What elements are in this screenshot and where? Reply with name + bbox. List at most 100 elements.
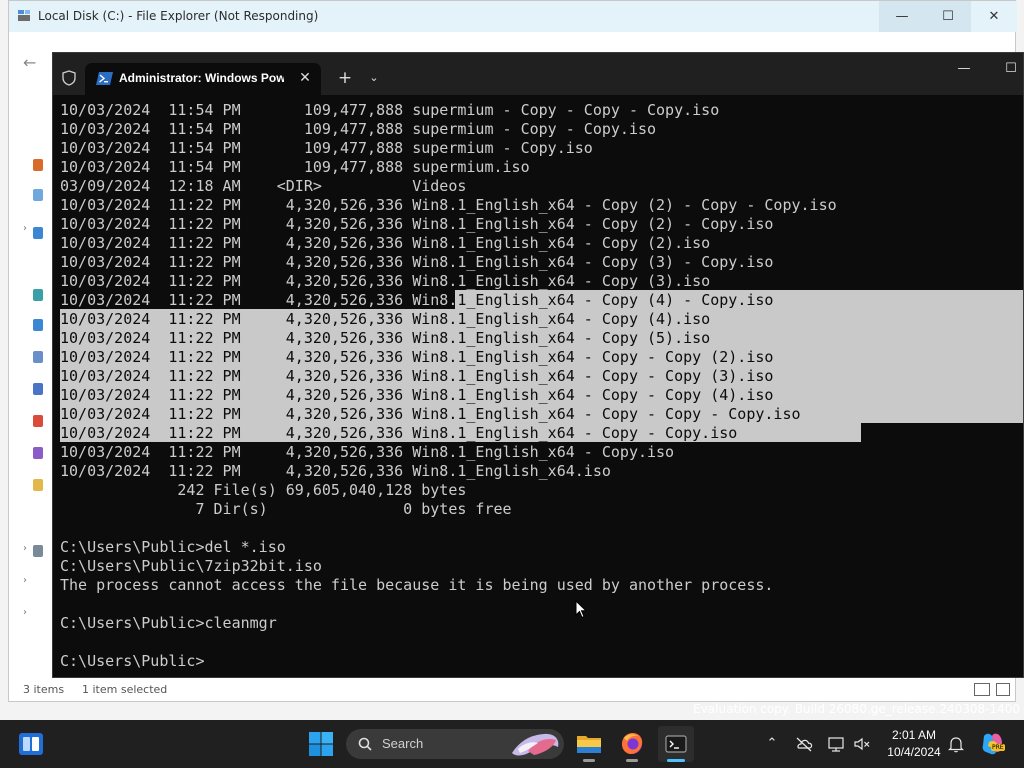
cloud-off-icon xyxy=(796,737,813,752)
terminal-line: 7 Dir(s) 0 bytes free xyxy=(60,500,512,518)
network-icon xyxy=(828,737,844,752)
build-watermark: Evaluation copy. Build 26080.ge_release.… xyxy=(693,702,1020,716)
terminal-line: 10/03/2024 11:22 PM 4,320,526,336 Win8.1… xyxy=(60,424,738,442)
windows-logo-icon[interactable] xyxy=(307,730,335,758)
terminal-line: 10/03/2024 11:54 PM 109,477,888 supermiu… xyxy=(60,158,530,176)
taskbar-terminal[interactable] xyxy=(658,726,694,762)
terminal-lines: 10/03/2024 11:54 PM 109,477,888 supermiu… xyxy=(60,101,1020,671)
chevron-up-icon[interactable]: ⌃ xyxy=(762,734,782,754)
clock-time[interactable]: 2:01 AM xyxy=(880,728,948,742)
close-icon[interactable]: ✕ xyxy=(295,68,315,88)
chevron-down-icon[interactable]: ⌄ xyxy=(363,66,385,90)
gallery-icon[interactable] xyxy=(33,189,43,201)
terminal-line: 10/03/2024 11:22 PM 4,320,526,336 Win8.1… xyxy=(60,443,675,461)
bell-icon[interactable] xyxy=(946,734,966,754)
mute-icon xyxy=(854,737,870,751)
videos-icon[interactable] xyxy=(33,447,43,459)
terminal-line: 10/03/2024 11:22 PM 4,320,526,336 Win8.1… xyxy=(60,196,837,214)
search-highlight-art xyxy=(512,733,559,756)
terminal-line: C:\Users\Public\7zip32bit.iso xyxy=(60,557,322,575)
terminal-line: 10/03/2024 11:22 PM 4,320,526,336 Win8.1… xyxy=(60,310,711,328)
terminal-line-segment: 10/03/2024 11:22 PM 4,320,526,336 Win8. xyxy=(60,291,458,309)
terminal-line: C:\Users\Public>cleanmgr xyxy=(60,614,277,632)
explorer-maximize-button[interactable]: ☐ xyxy=(925,1,971,32)
plus-icon[interactable]: + xyxy=(333,66,357,90)
explorer-minimize-button[interactable]: — xyxy=(879,1,925,32)
taskbar-file-explorer[interactable] xyxy=(571,726,607,762)
mouse-pointer-icon xyxy=(575,600,587,619)
terminal-line: 10/03/2024 11:22 PM 4,320,526,336 Win8.1… xyxy=(60,291,1020,310)
terminal-line: C:\Users\Public>del *.iso xyxy=(60,538,286,556)
explorer-close-button[interactable]: ✕ xyxy=(971,1,1017,32)
copilot-preview-badge: PRE xyxy=(991,744,1005,751)
chevron-right-icon[interactable]: › xyxy=(23,543,27,554)
back-arrow-icon[interactable]: ← xyxy=(23,53,36,72)
status-selection: 1 item selected xyxy=(82,683,168,696)
folder-icon xyxy=(577,736,601,753)
terminal-line: 10/03/2024 11:22 PM 4,320,526,336 Win8.1… xyxy=(60,272,711,290)
bell-icon xyxy=(948,737,964,753)
shield-icon xyxy=(62,70,76,86)
pictures-icon[interactable] xyxy=(33,383,43,395)
terminal-line: 10/03/2024 11:54 PM 109,477,888 supermiu… xyxy=(60,120,657,138)
widgets-icon[interactable] xyxy=(18,732,44,756)
terminal-line: 10/03/2024 11:22 PM 4,320,526,336 Win8.1… xyxy=(60,405,801,423)
terminal-tab-title: Administrator: Windows PowerShell xyxy=(119,71,284,85)
chevron-right-icon[interactable]: › xyxy=(23,607,27,618)
terminal-tab[interactable]: Administrator: Windows PowerShell ✕ xyxy=(85,63,321,95)
explorer-title: Local Disk (C:) - File Explorer (Not Res… xyxy=(38,9,319,23)
details-view-icon[interactable] xyxy=(974,683,990,696)
terminal-line: 242 File(s) 69,605,040,128 bytes xyxy=(60,481,467,499)
terminal-line: 10/03/2024 11:54 PM 109,477,888 supermiu… xyxy=(60,101,720,119)
terminal-line: 10/03/2024 11:54 PM 109,477,888 supermiu… xyxy=(60,139,593,157)
powershell-icon xyxy=(96,72,113,85)
terminal-line: 10/03/2024 11:22 PM 4,320,526,336 Win8.1… xyxy=(60,386,774,404)
status-item-count: 3 items xyxy=(23,683,65,696)
terminal-line-selected-segment: 1_English_x64 - Copy (4) - Copy.iso xyxy=(457,291,774,309)
taskbar-search-box[interactable]: Search xyxy=(346,729,564,759)
search-icon xyxy=(358,737,372,751)
search-placeholder: Search xyxy=(382,736,424,751)
terminal-window[interactable]: Administrator: Windows PowerShell ✕ + ⌄ … xyxy=(52,52,1024,678)
chevron-right-icon[interactable]: › xyxy=(23,223,27,234)
documents-icon[interactable] xyxy=(33,351,43,363)
taskbar-firefox[interactable] xyxy=(614,726,650,762)
terminal-line: 10/03/2024 11:22 PM 4,320,526,336 Win8.1… xyxy=(60,462,611,480)
maximize-icon[interactable]: ☐ xyxy=(999,61,1023,81)
explorer-app-icon xyxy=(18,10,30,21)
folder-icon[interactable] xyxy=(33,479,43,491)
terminal-icon xyxy=(665,735,687,753)
firefox-icon xyxy=(622,733,643,754)
home-icon[interactable] xyxy=(33,159,43,171)
explorer-titlebar[interactable]: Local Disk (C:) - File Explorer (Not Res… xyxy=(9,1,1017,32)
network-icon[interactable] xyxy=(826,734,846,754)
terminal-line: The process cannot access the file becau… xyxy=(60,576,774,594)
minimize-icon[interactable]: — xyxy=(949,61,979,81)
terminal-line: 10/03/2024 11:22 PM 4,320,526,336 Win8.1… xyxy=(60,215,774,233)
terminal-line: 03/09/2024 12:18 AM <DIR> Videos xyxy=(60,177,467,195)
this-pc-icon[interactable] xyxy=(33,545,43,557)
terminal-line: 10/03/2024 11:22 PM 4,320,526,336 Win8.1… xyxy=(60,348,774,366)
tiles-view-icon[interactable] xyxy=(996,683,1010,696)
terminal-line: 10/03/2024 11:22 PM 4,320,526,336 Win8.1… xyxy=(60,329,711,347)
clock-date[interactable]: 10/4/2024 xyxy=(880,745,948,759)
mute-icon[interactable] xyxy=(852,734,872,754)
terminal-output[interactable]: 10/03/2024 11:54 PM 109,477,888 supermiu… xyxy=(53,95,1023,677)
terminal-tab-bar[interactable]: Administrator: Windows PowerShell ✕ + ⌄ … xyxy=(53,53,1023,95)
running-indicator xyxy=(583,759,595,762)
music-icon[interactable] xyxy=(33,415,43,427)
terminal-line: C:\Users\Public> xyxy=(60,652,205,670)
chevron-right-icon[interactable]: › xyxy=(23,575,27,586)
cloud-off-icon[interactable] xyxy=(794,734,814,754)
onedrive-icon[interactable] xyxy=(33,227,43,239)
taskbar: Search ⌃ 2:01 AM 10/4/2024 PRE xyxy=(0,720,1024,768)
downloads-icon[interactable] xyxy=(33,319,43,331)
running-indicator xyxy=(626,759,638,762)
terminal-line: 10/03/2024 11:22 PM 4,320,526,336 Win8.1… xyxy=(60,367,774,385)
desktop-icon[interactable] xyxy=(33,289,43,301)
active-indicator xyxy=(667,759,685,762)
terminal-line: 10/03/2024 11:22 PM 4,320,526,336 Win8.1… xyxy=(60,253,774,271)
